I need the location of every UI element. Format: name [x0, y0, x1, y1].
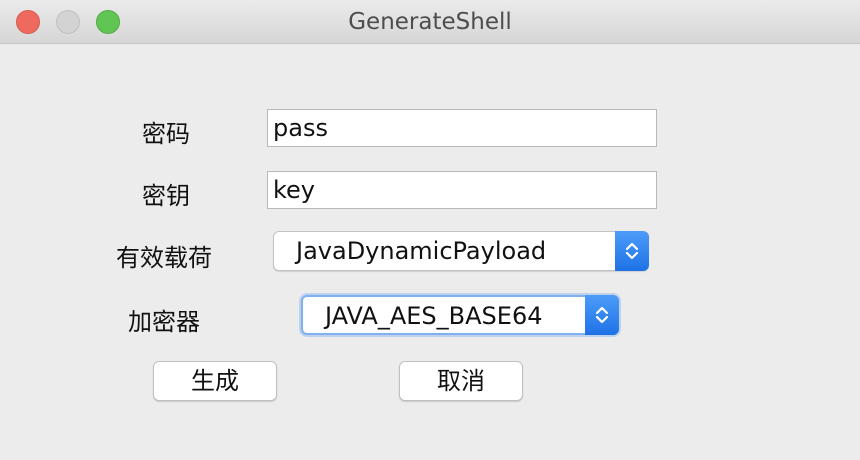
password-field[interactable] — [267, 109, 657, 147]
window-title: GenerateShell — [348, 9, 512, 35]
title-bar[interactable]: GenerateShell — [0, 0, 860, 44]
password-label: 密码 — [142, 120, 190, 148]
up-down-chevron-icon[interactable] — [585, 295, 619, 335]
payload-select[interactable]: JavaDynamicPayload — [273, 231, 649, 271]
key-label: 密钥 — [142, 182, 190, 210]
generate-button[interactable]: 生成 — [153, 361, 277, 401]
payload-selected-value: JavaDynamicPayload — [296, 237, 547, 265]
encoder-label: 加密器 — [128, 308, 200, 336]
encoder-selected-value: JAVA_AES_BASE64 — [325, 302, 543, 330]
key-field[interactable] — [267, 171, 657, 209]
cancel-button[interactable]: 取消 — [399, 361, 523, 401]
payload-label: 有效载荷 — [116, 244, 212, 272]
generate-shell-window: GenerateShell 密码 密钥 有效载荷 JavaDynamicPayl… — [0, 0, 860, 460]
encoder-select[interactable]: JAVA_AES_BASE64 — [301, 295, 619, 335]
up-down-chevron-icon[interactable] — [615, 231, 649, 271]
